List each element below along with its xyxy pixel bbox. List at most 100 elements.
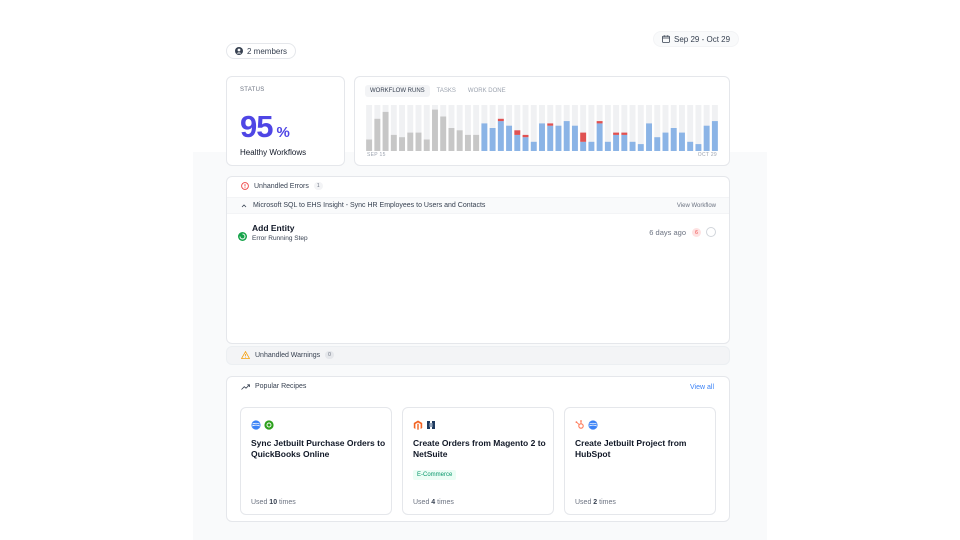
chart-bar[interactable] <box>464 134 471 151</box>
chart-bar-error[interactable] <box>596 121 603 124</box>
spinner-icon <box>238 232 247 241</box>
resolve-checkbox[interactable] <box>706 227 716 237</box>
chart-bar[interactable] <box>687 141 694 151</box>
error-circle-icon <box>241 182 249 190</box>
status-label: STATUS <box>240 87 265 93</box>
chart-bar-error[interactable] <box>613 132 620 135</box>
chart-bar-error[interactable] <box>522 134 529 138</box>
recipe-card[interactable]: Create Jetbuilt Project from HubSpot Use… <box>564 407 716 515</box>
recipe-card[interactable]: Create Orders from Magento 2 to NetSuite… <box>402 407 554 515</box>
tab-tasks[interactable]: TASKS <box>432 85 461 97</box>
chart-bar-error[interactable] <box>514 130 521 135</box>
chart-bar-error[interactable] <box>580 132 587 142</box>
unhandled-warnings-bar[interactable]: Unhandled Warnings 0 <box>226 346 730 365</box>
recipes-title: Popular Recipes <box>255 383 307 390</box>
tab-workflow-runs[interactable]: WORKFLOW RUNS <box>365 85 430 97</box>
chart-bar[interactable] <box>399 137 406 151</box>
workflow-runs-chart <box>366 105 718 152</box>
chart-bar[interactable] <box>604 141 611 151</box>
chart-bar[interactable] <box>390 134 397 151</box>
chart-bar[interactable] <box>695 144 702 151</box>
chart-x-start-label: SEP 15 <box>367 152 386 158</box>
chart-bar[interactable] <box>539 123 545 151</box>
view-all-link[interactable]: View all <box>690 384 714 391</box>
recipe-card[interactable]: Sync Jetbuilt Purchase Orders to QuickBo… <box>240 407 392 515</box>
chart-bar-error[interactable] <box>547 123 554 126</box>
quickbooks-icon <box>264 420 274 430</box>
chart-bar[interactable] <box>571 125 578 151</box>
workflow-error-row[interactable]: Microsoft SQL to EHS Insight - Sync HR E… <box>227 197 729 214</box>
chart-bar[interactable] <box>637 144 644 151</box>
chart-bar[interactable] <box>374 118 381 151</box>
status-percent: 95 % <box>240 109 290 145</box>
chart-bar[interactable] <box>703 125 710 151</box>
chart-bar[interactable] <box>366 139 373 152</box>
chart-bar[interactable] <box>563 121 570 151</box>
chart-bar[interactable] <box>382 111 389 151</box>
step-status-icon <box>238 228 247 246</box>
chart-bar[interactable] <box>423 139 430 152</box>
members-label: 2 members <box>247 46 288 56</box>
chart-bar[interactable] <box>481 123 488 151</box>
status-percent-sign: % <box>276 124 290 141</box>
chevron-up-icon[interactable] <box>241 203 247 209</box>
chart-bar[interactable] <box>497 121 504 151</box>
chart-bar[interactable] <box>662 132 669 151</box>
popular-recipes-card: Popular Recipes View all Sync Jetbuilt P… <box>226 376 730 522</box>
recipe-icons <box>251 420 274 430</box>
chart-bar-error[interactable] <box>497 118 504 122</box>
status-percent-value: 95 <box>240 109 273 144</box>
chart-bar[interactable] <box>596 123 603 151</box>
warnings-header: Unhandled Warnings 0 <box>241 351 334 359</box>
chart-bar-error[interactable] <box>621 132 628 135</box>
hubspot-icon <box>575 420 584 429</box>
chart-bar[interactable] <box>580 141 587 151</box>
chart-bar[interactable] <box>547 125 554 151</box>
chart-bar[interactable] <box>678 132 685 151</box>
entity-title[interactable]: Add Entity <box>252 223 295 233</box>
chart-bar[interactable] <box>555 125 562 151</box>
chart-bar[interactable] <box>440 116 447 152</box>
chart-bar[interactable] <box>629 141 636 151</box>
date-range-label: Sep 29 - Oct 29 <box>674 34 731 44</box>
errors-count-badge: 1 <box>313 182 323 190</box>
chart-bar[interactable] <box>654 137 661 151</box>
chart-bar[interactable] <box>621 134 628 151</box>
recipe-usage: Used 2 times <box>575 499 616 506</box>
chart-bar[interactable] <box>473 134 480 151</box>
recipe-usage: Used 4 times <box>413 499 454 506</box>
workflow-name: Microsoft SQL to EHS Insight - Sync HR E… <box>253 202 486 209</box>
error-count-badge: 6 <box>692 228 701 237</box>
members-pill[interactable]: 2 members <box>226 43 297 59</box>
warning-triangle-icon <box>241 351 250 359</box>
chart-bar[interactable] <box>448 128 455 151</box>
chart-bar[interactable] <box>415 132 422 151</box>
chart-bar[interactable] <box>506 125 513 151</box>
entity-subtitle: Error Running Step <box>252 235 308 242</box>
chart-bar[interactable] <box>588 141 595 151</box>
chart-bar[interactable] <box>432 109 438 151</box>
chart-bar[interactable] <box>530 141 537 151</box>
chart-bar[interactable] <box>670 128 677 151</box>
view-workflow-link[interactable]: View Workflow <box>677 203 716 209</box>
chart-bar[interactable] <box>456 130 463 151</box>
magento-icon <box>413 420 423 430</box>
warnings-count-badge: 0 <box>325 351 334 359</box>
recipe-category-tag: E-Commerce <box>413 470 457 480</box>
chart-bar[interactable] <box>514 134 521 151</box>
status-caption: Healthy Workflows <box>240 148 307 157</box>
tab-work-done[interactable]: WORK DONE <box>463 85 511 97</box>
date-range-picker[interactable]: Sep 29 - Oct 29 <box>653 31 740 47</box>
chart-bar[interactable] <box>711 121 718 151</box>
trending-up-icon <box>241 383 250 390</box>
recipe-title: Create Jetbuilt Project from HubSpot <box>575 438 687 459</box>
chart-bar[interactable] <box>646 123 652 151</box>
chart-bar[interactable] <box>613 134 620 151</box>
jetbuilt-icon <box>588 420 598 430</box>
user-circle-icon <box>235 47 243 55</box>
chart-bar[interactable] <box>407 132 414 151</box>
chart-x-end-label: OCT 29 <box>697 152 717 158</box>
recipe-title: Create Orders from Magento 2 to NetSuite <box>413 438 546 459</box>
chart-bar[interactable] <box>522 137 529 151</box>
chart-bar[interactable] <box>489 128 496 151</box>
